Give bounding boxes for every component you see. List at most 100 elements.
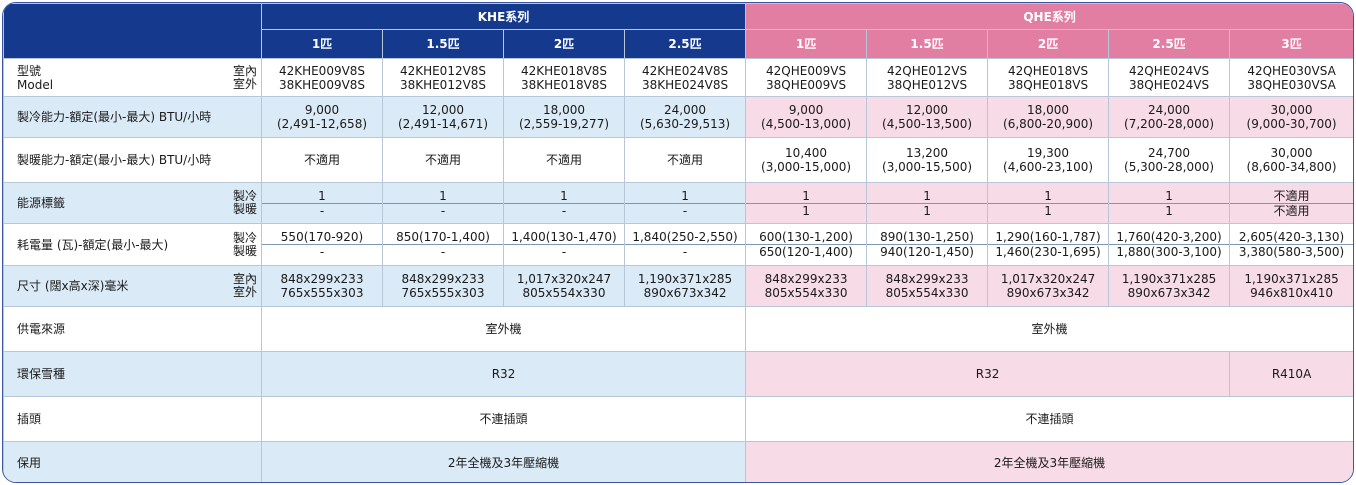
cooling-cell: 18,000 (2,559-19,277) bbox=[503, 96, 625, 138]
heating-na-cell: 不適用 bbox=[623, 137, 747, 183]
energy-cell: 11 bbox=[1108, 182, 1231, 224]
dims-cell: 848x299x233 765x555x303 bbox=[382, 265, 504, 307]
supply-label: 供電來源 bbox=[3, 306, 262, 352]
corner-cell bbox=[3, 3, 262, 59]
capacity-header: 1.5匹 bbox=[382, 29, 504, 59]
model-label-cell: 型號 Model 室內 室外 bbox=[3, 58, 262, 97]
energy-cell: 1- bbox=[382, 182, 504, 224]
heating-cell: 30,000 (8,600-34,800) bbox=[1229, 137, 1353, 183]
heating-cell: 24,700 (5,300-28,000) bbox=[1108, 137, 1231, 183]
dims-label: 尺寸 (闊x高x深)毫米 bbox=[17, 279, 129, 293]
series-header-row: KHE系列 QHE系列 bbox=[3, 3, 1353, 59]
model-cell: 42QHE018VS 38QHE018VS bbox=[987, 58, 1110, 97]
cooling-cell: 9,000 (4,500-13,000) bbox=[745, 96, 868, 138]
dims-cell: 1,190x371x285 946x810x410 bbox=[1229, 265, 1353, 307]
supply-khe-cell: 室外機 bbox=[260, 306, 747, 352]
power-label-cell: 耗電量 (瓦)-額定(最小-最大) 製冷 製暖 bbox=[3, 223, 262, 266]
cooling-cell: 24,000 (5,630-29,513) bbox=[623, 96, 747, 138]
model-row: 型號 Model 室內 室外 42KHE009V8S 38KHE009V8S 42KH… bbox=[3, 58, 1353, 97]
capacity-header: 2.5匹 bbox=[1108, 29, 1231, 59]
capacity-header: 1匹 bbox=[745, 29, 868, 59]
dims-cell: 848x299x233 765x555x303 bbox=[261, 265, 383, 307]
model-cell: 42KHE024V8S 38KHE024V8S bbox=[623, 58, 747, 97]
power-cell: 550(170-920) - bbox=[261, 223, 383, 266]
heat-label: 製暖 bbox=[232, 202, 257, 216]
cooling-cell: 12,000 (4,500-13,500) bbox=[866, 96, 989, 138]
heating-row: 製暖能力-額定(最小-最大) BTU/小時 不適用 不適用 不適用 不適用 10… bbox=[3, 137, 1353, 183]
warranty-khe-cell: 2年全機及3年壓縮機 bbox=[260, 441, 747, 482]
cooling-row: 製冷能力-額定(最小-最大) BTU/小時 9,000 (2,491-12,658… bbox=[3, 96, 1353, 138]
cooling-cell: 30,000 (9,000-30,700) bbox=[1229, 96, 1353, 138]
model-cell: 42QHE024VS 38QHE024VS bbox=[1108, 58, 1231, 97]
power-cell: 1,290(160-1,787) 1,460(230-1,695) bbox=[987, 223, 1110, 266]
energy-cell: 1- bbox=[623, 182, 747, 224]
energy-cell: 11 bbox=[987, 182, 1110, 224]
heating-na-cell: 不適用 bbox=[382, 137, 504, 183]
capacity-header: 2匹 bbox=[987, 29, 1110, 59]
dims-cell: 848x299x233 805x554x330 bbox=[745, 265, 868, 307]
model-cell: 42QHE012VS 38QHE012VS bbox=[866, 58, 989, 97]
model-cell: 42QHE030VSA 38QHE030VSA bbox=[1229, 58, 1353, 97]
series-qhe-header: QHE系列 bbox=[745, 3, 1353, 30]
energy-label-cell: 能源標籤 製冷 製暖 bbox=[3, 182, 262, 224]
dims-label-cell: 尺寸 (闊x高x深)毫米 室內 室外 bbox=[3, 265, 262, 307]
energy-label: 能源標籤 bbox=[17, 196, 66, 210]
refrigerant-qhe-3-cell: R410A bbox=[1229, 351, 1353, 397]
power-cell: 1,400(130-1,470) - bbox=[503, 223, 625, 266]
outdoor-label: 室外 bbox=[232, 76, 257, 91]
supply-row: 供電來源 室外機 室外機 bbox=[3, 306, 1353, 352]
heating-na-cell: 不適用 bbox=[503, 137, 625, 183]
refrigerant-qhe-cell: R32 bbox=[745, 351, 1231, 397]
energy-cell: 1- bbox=[261, 182, 383, 224]
model-label: 型號 bbox=[17, 63, 42, 78]
dims-cell: 1,190x371x285 890x673x342 bbox=[623, 265, 747, 307]
plug-row: 插頭 不連插頭 不連插頭 bbox=[3, 396, 1353, 442]
energy-cell: 11 bbox=[866, 182, 989, 224]
dims-cell: 1,017x320x247 890x673x342 bbox=[987, 265, 1110, 307]
power-label: 耗電量 (瓦)-額定(最小-最大) bbox=[17, 237, 169, 252]
refrigerant-row: 環保雪種 R32 R32 R410A bbox=[3, 351, 1353, 397]
energy-row: 能源標籤 製冷 製暖 1- 1- 1- 1- 11 11 11 11 不適用 不適用 bbox=[3, 182, 1353, 224]
model-cell: 42KHE018V8S 38KHE018V8S bbox=[503, 58, 625, 97]
capacity-header: 1匹 bbox=[261, 29, 383, 59]
refrigerant-label: 環保雪種 bbox=[3, 351, 262, 397]
plug-label: 插頭 bbox=[3, 396, 262, 442]
cooling-cell: 9,000 (2,491-12,658) bbox=[261, 96, 383, 138]
heating-label: 製暖能力-額定(最小-最大) BTU/小時 bbox=[3, 137, 262, 183]
capacity-header: 2匹 bbox=[503, 29, 625, 59]
power-cell: 850(170-1,400) - bbox=[382, 223, 504, 266]
dims-cell: 1,190x371x285 890x673x342 bbox=[1108, 265, 1231, 307]
warranty-qhe-cell: 2年全機及3年壓縮機 bbox=[745, 441, 1353, 482]
warranty-row: 保用 2年全機及3年壓縮機 2年全機及3年壓縮機 bbox=[3, 441, 1353, 482]
capacity-header: 2.5匹 bbox=[623, 29, 747, 59]
dims-cell: 1,017x320x247 805x554x330 bbox=[503, 265, 625, 307]
heating-cell: 13,200 (3,000-15,500) bbox=[866, 137, 989, 183]
power-row: 耗電量 (瓦)-額定(最小-最大) 製冷 製暖 550(170-920) - 850… bbox=[3, 223, 1353, 266]
cooling-label: 製冷能力-額定(最小-最大) BTU/小時 bbox=[3, 96, 262, 138]
power-cell: 890(130-1,250) 940(120-1,450) bbox=[866, 223, 989, 266]
capacity-header: 1.5匹 bbox=[866, 29, 989, 59]
power-cell: 600(130-1,200) 650(120-1,400) bbox=[745, 223, 868, 266]
energy-cell: 11 bbox=[745, 182, 868, 224]
model-cell: 42QHE009VS 38QHE009VS bbox=[745, 58, 868, 97]
energy-cell: 1- bbox=[503, 182, 625, 224]
capacity-header: 3匹 bbox=[1229, 29, 1353, 59]
plug-khe-cell: 不連插頭 bbox=[260, 396, 747, 442]
spec-table: KHE系列 QHE系列 1匹 1.5匹 2匹 2.5匹 1匹 1.5匹 2匹 2… bbox=[3, 3, 1353, 482]
power-cell: 1,840(250-2,550) - bbox=[623, 223, 747, 266]
model-cell: 42KHE009V8S 38KHE009V8S bbox=[261, 58, 383, 97]
plug-qhe-cell: 不連插頭 bbox=[745, 396, 1353, 442]
warranty-label: 保用 bbox=[3, 441, 262, 482]
heating-na-cell: 不適用 bbox=[261, 137, 383, 183]
series-khe-header: KHE系列 bbox=[260, 3, 747, 30]
heating-cell: 10,400 (3,000-15,000) bbox=[745, 137, 868, 183]
spec-table-container: KHE系列 QHE系列 1匹 1.5匹 2匹 2.5匹 1匹 1.5匹 2匹 2… bbox=[2, 2, 1354, 483]
heating-cell: 19,300 (4,600-23,100) bbox=[987, 137, 1110, 183]
dims-row: 尺寸 (闊x高x深)毫米 室內 室外 848x299x233 765x555x303… bbox=[3, 265, 1353, 307]
cooling-cell: 18,000 (6,800-20,900) bbox=[987, 96, 1110, 138]
power-cell: 2,605(420-3,130) 3,380(580-3,500) bbox=[1229, 223, 1353, 266]
refrigerant-khe-cell: R32 bbox=[260, 351, 747, 397]
energy-cell: 不適用 不適用 bbox=[1229, 182, 1353, 224]
cooling-cell: 12,000 (2,491-14,671) bbox=[382, 96, 504, 138]
dims-cell: 848x299x233 805x554x330 bbox=[866, 265, 989, 307]
